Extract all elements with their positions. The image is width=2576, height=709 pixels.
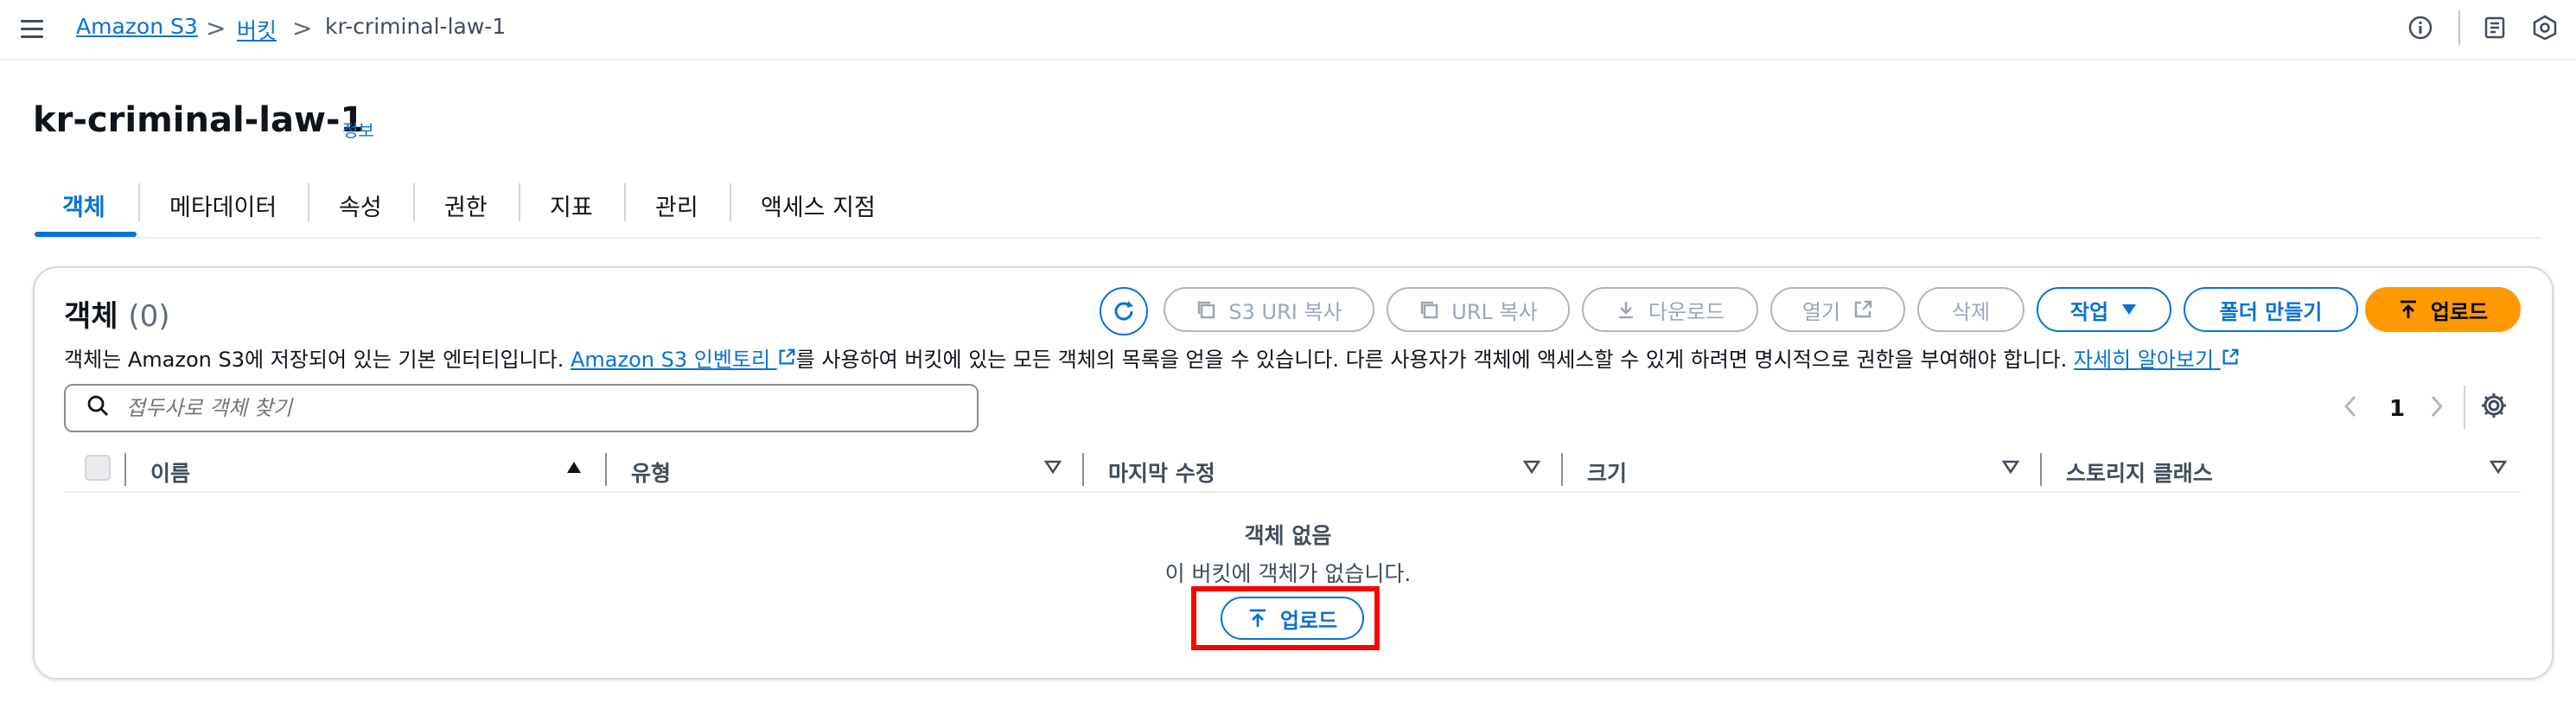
notifications-icon[interactable]	[2479, 12, 2510, 43]
column-separator	[1561, 453, 1563, 486]
angle-left-icon[interactable]	[2343, 394, 2358, 425]
external-link-icon	[2222, 348, 2239, 365]
open-label: 열기	[1801, 299, 1841, 324]
search-field[interactable]	[64, 384, 979, 432]
column-header-last-modified[interactable]: 마지막 수정	[1108, 457, 1215, 488]
description-text: 를 사용하여 버킷에 있는 모든 객체의 목록을 얻을 수 있습니다. 다른 사…	[795, 348, 2074, 372]
download-label: 다운로드	[1648, 299, 1725, 324]
tab-metrics[interactable]: 지표	[550, 188, 593, 222]
column-separator	[1082, 453, 1084, 486]
copy-icon	[1421, 301, 1438, 319]
upload-icon	[1249, 609, 1266, 627]
tab-separator	[308, 183, 309, 221]
column-header-size[interactable]: 크기	[1587, 457, 1627, 488]
tab-management[interactable]: 관리	[655, 188, 698, 222]
sort-descending-icon[interactable]	[1043, 458, 1062, 479]
empty-state-upload-label: 업로드	[1279, 608, 1338, 633]
breadcrumb-separator: >	[206, 14, 226, 42]
sort-ascending-icon[interactable]	[565, 458, 583, 479]
column-separator	[2040, 453, 2042, 486]
empty-state-description: 이 버킷에 객체가 없습니다.	[1164, 561, 1412, 586]
actions-label: 작업	[2069, 299, 2109, 324]
learn-more-link-label: 자세히 알아보기	[2073, 348, 2215, 372]
page-number[interactable]: 1	[2389, 396, 2405, 422]
create-folder-button[interactable]: 폴더 만들기	[2184, 287, 2358, 332]
toolbar-divider	[2458, 10, 2460, 45]
copy-s3-uri-label: S3 URI 복사	[1228, 299, 1342, 324]
tab-access-points[interactable]: 액세스 지점	[761, 188, 876, 222]
upload-label: 업로드	[2430, 299, 2489, 324]
upload-button[interactable]: 업로드	[2365, 287, 2521, 332]
objects-heading: 객체 (0)	[64, 292, 170, 335]
search-icon	[86, 394, 109, 423]
create-folder-label: 폴더 만들기	[2219, 299, 2323, 324]
copy-url-label: URL 복사	[1451, 299, 1538, 324]
tab-metadata[interactable]: 메타데이터	[169, 188, 277, 222]
tab-separator	[519, 183, 520, 221]
tab-permissions[interactable]: 권한	[444, 188, 488, 222]
tab-separator	[138, 183, 140, 221]
angle-right-icon[interactable]	[2429, 394, 2445, 425]
table-header-divider	[64, 491, 2521, 493]
column-separator	[124, 453, 126, 486]
info-circle-icon[interactable]	[2405, 12, 2436, 43]
caret-down-icon	[2122, 304, 2137, 315]
copy-s3-uri-button[interactable]: S3 URI 복사	[1164, 287, 1374, 332]
description-text: 객체는 Amazon S3에 저장되어 있는 기본 엔터티입니다.	[64, 348, 571, 372]
breadcrumb-amazon-s3[interactable]: Amazon S3	[76, 14, 198, 39]
breadcrumb-buckets[interactable]: 버킷	[237, 14, 277, 45]
settings-hex-icon[interactable]	[2529, 12, 2560, 43]
refresh-icon	[1114, 301, 1133, 321]
tabs-baseline	[35, 237, 2541, 239]
column-separator	[605, 453, 607, 486]
tab-objects[interactable]: 객체	[62, 188, 105, 222]
inventory-link-label: Amazon S3 인벤토리	[570, 348, 771, 372]
column-header-storage-class[interactable]: 스토리지 클래스	[2066, 457, 2213, 488]
inventory-link[interactable]: Amazon S3 인벤토리	[571, 348, 796, 372]
empty-state-upload-button[interactable]: 업로드	[1221, 597, 1364, 640]
tab-separator	[730, 183, 731, 221]
select-all-checkbox[interactable]	[85, 455, 111, 481]
download-icon	[1618, 302, 1633, 319]
pager-divider	[2464, 386, 2465, 429]
breadcrumb-current: kr-criminal-law-1	[325, 14, 507, 39]
info-link[interactable]: 정보	[342, 117, 374, 142]
copy-url-button[interactable]: URL 복사	[1387, 287, 1570, 332]
sort-descending-icon[interactable]	[2489, 458, 2508, 479]
breadcrumb-separator: >	[292, 14, 313, 42]
sort-descending-icon[interactable]	[2001, 458, 2020, 479]
empty-state-title: 객체 없음	[1244, 523, 1332, 548]
column-header-name[interactable]: 이름	[150, 457, 190, 488]
learn-more-link[interactable]: 자세히 알아보기	[2074, 348, 2240, 372]
open-button[interactable]: 열기	[1770, 287, 1905, 332]
tab-properties[interactable]: 속성	[339, 188, 382, 222]
copy-icon	[1198, 301, 1215, 319]
refresh-button[interactable]	[1100, 287, 1148, 335]
search-input[interactable]	[124, 395, 906, 421]
external-link-icon	[779, 348, 795, 365]
delete-button[interactable]: 삭제	[1917, 287, 2024, 332]
delete-label: 삭제	[1951, 299, 1991, 324]
gear-icon[interactable]	[2479, 391, 2509, 427]
tab-separator	[624, 183, 626, 221]
external-link-icon	[1854, 300, 1872, 318]
page-title: kr-criminal-law-1	[33, 100, 365, 140]
upload-icon	[2400, 300, 2416, 318]
menu-icon[interactable]	[21, 17, 43, 40]
tab-separator	[413, 183, 415, 221]
objects-description: 객체는 Amazon S3에 저장되어 있는 기본 엔터티입니다. Amazon…	[64, 342, 2240, 373]
download-button[interactable]: 다운로드	[1582, 287, 1758, 332]
objects-heading-label: 객체	[64, 299, 118, 334]
actions-dropdown[interactable]: 작업	[2037, 287, 2171, 332]
objects-count: (0)	[128, 299, 170, 334]
sort-descending-icon[interactable]	[1522, 458, 1541, 479]
column-header-type[interactable]: 유형	[631, 457, 671, 488]
